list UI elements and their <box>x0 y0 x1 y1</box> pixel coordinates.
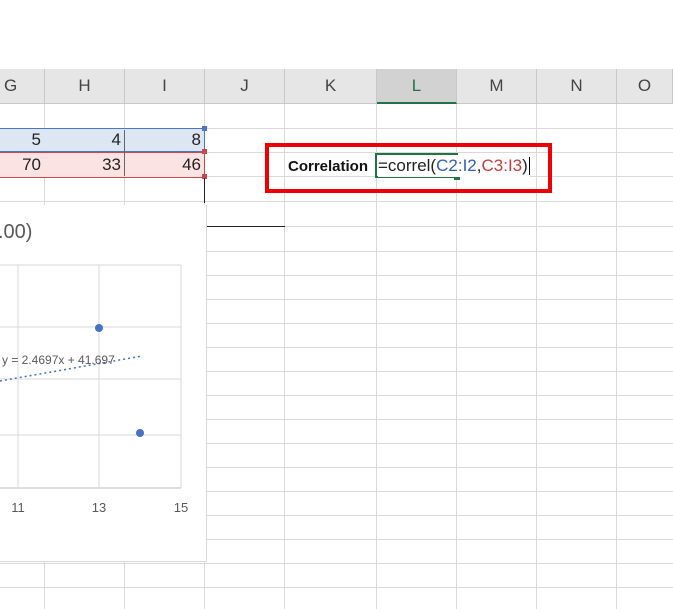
col-label: J <box>240 76 249 95</box>
cell-value: 8 <box>191 130 201 149</box>
gridline <box>0 201 673 202</box>
trendline-equation: y = 2.4697x + 41.697 <box>2 353 115 367</box>
x-tick-label: 15 <box>174 500 188 515</box>
col-header-h[interactable]: H <box>45 69 125 104</box>
data-point <box>136 429 144 437</box>
data-point <box>95 324 103 332</box>
cell-value: 46 <box>182 155 201 174</box>
cell-h3[interactable]: 33 <box>45 153 125 177</box>
cell-g2[interactable]: 5 <box>0 128 45 152</box>
col-label: L <box>411 75 422 95</box>
col-header-n[interactable]: N <box>537 69 617 104</box>
col-label: O <box>637 76 652 95</box>
col-header-k[interactable]: K <box>285 69 377 104</box>
col-label: I <box>162 76 167 95</box>
cell-value: 5 <box>31 130 41 149</box>
cell-value: 70 <box>22 155 41 174</box>
chart-title: .00) <box>0 221 32 243</box>
cell-g3[interactable]: 70 <box>0 153 45 177</box>
cell-value: 4 <box>111 130 121 149</box>
cell-i2[interactable]: 8 <box>125 128 205 152</box>
x-tick-label: 13 <box>92 500 106 515</box>
chart-svg: .00) y = 2.4697x + 41.697 11 13 15 <box>0 221 188 515</box>
col-header-l[interactable]: L <box>377 69 457 104</box>
col-label: G <box>4 76 18 95</box>
col-label: H <box>78 76 91 95</box>
x-tick-label: 11 <box>11 500 25 515</box>
cell-i3[interactable]: 46 <box>125 153 205 177</box>
gridline <box>0 563 673 564</box>
col-label: M <box>489 76 504 95</box>
col-header-j[interactable]: J <box>205 69 285 104</box>
ribbon-area <box>0 0 673 69</box>
cell-value: 33 <box>102 155 121 174</box>
scatter-chart[interactable]: .00) y = 2.4697x + 41.697 11 13 15 <box>0 205 207 562</box>
col-header-m[interactable]: M <box>457 69 537 104</box>
col-header-g[interactable]: G <box>0 69 45 104</box>
col-label: K <box>324 76 337 95</box>
gridline <box>0 587 673 588</box>
col-header-i[interactable]: I <box>125 69 205 104</box>
cell-border <box>205 226 285 227</box>
cell-border <box>204 178 205 203</box>
gridline <box>616 104 617 609</box>
col-label: N <box>570 76 583 95</box>
col-header-o[interactable]: O <box>617 69 673 104</box>
highlight-box <box>265 143 552 193</box>
cell-h2[interactable]: 4 <box>45 128 125 152</box>
